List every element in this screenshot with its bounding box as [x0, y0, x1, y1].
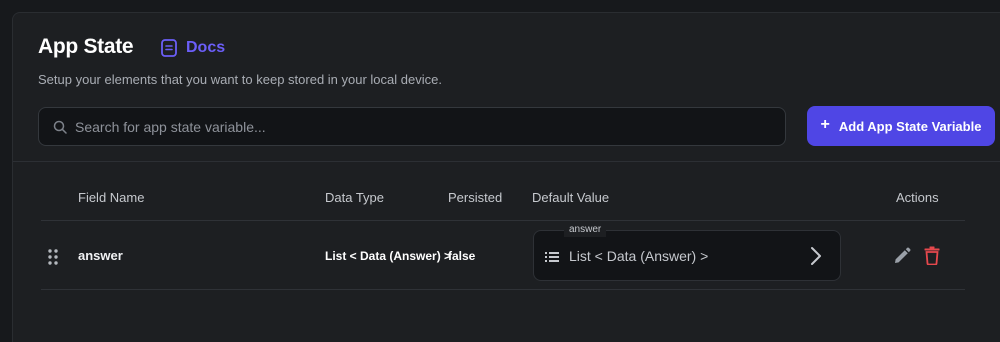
page-title: App State — [38, 35, 134, 58]
search-icon — [53, 120, 67, 134]
field-name-cell: answer — [78, 248, 123, 263]
trash-icon[interactable] — [924, 246, 940, 265]
column-header-data-type: Data Type — [325, 190, 385, 205]
search-input[interactable] — [75, 118, 755, 135]
persisted-cell: false — [448, 249, 476, 263]
page-subtitle: Setup your elements that you want to kee… — [38, 72, 442, 87]
header-divider — [13, 161, 1000, 162]
drag-handle-icon[interactable] — [47, 248, 59, 266]
column-header-field-name: Field Name — [78, 190, 145, 205]
data-type-cell: List < Data (Answer) > — [325, 249, 452, 263]
table-row-divider — [41, 289, 965, 290]
default-value-text: List < Data (Answer) > — [569, 248, 709, 264]
pencil-icon[interactable] — [893, 247, 911, 265]
default-value-field[interactable]: answer List < Data (Answer) > — [533, 223, 841, 281]
list-icon — [545, 252, 559, 262]
column-header-actions: Actions — [896, 190, 939, 205]
table-header-divider — [41, 220, 965, 221]
app-state-panel: App State Docs Setup your elements that … — [12, 12, 1000, 342]
column-header-persisted: Persisted — [448, 190, 503, 205]
docs-icon — [161, 39, 177, 57]
add-app-state-variable-button[interactable]: + Add App State Variable — [807, 106, 995, 146]
docs-label: Docs — [186, 39, 226, 56]
chevron-right-icon — [811, 247, 821, 265]
default-value-legend: answer — [564, 223, 607, 237]
column-header-default-value: Default Value — [532, 190, 610, 205]
plus-icon: + — [820, 116, 830, 133]
search-bar — [38, 107, 786, 146]
add-button-label: Add App State Variable — [838, 118, 982, 134]
docs-link[interactable]: Docs — [160, 36, 225, 60]
